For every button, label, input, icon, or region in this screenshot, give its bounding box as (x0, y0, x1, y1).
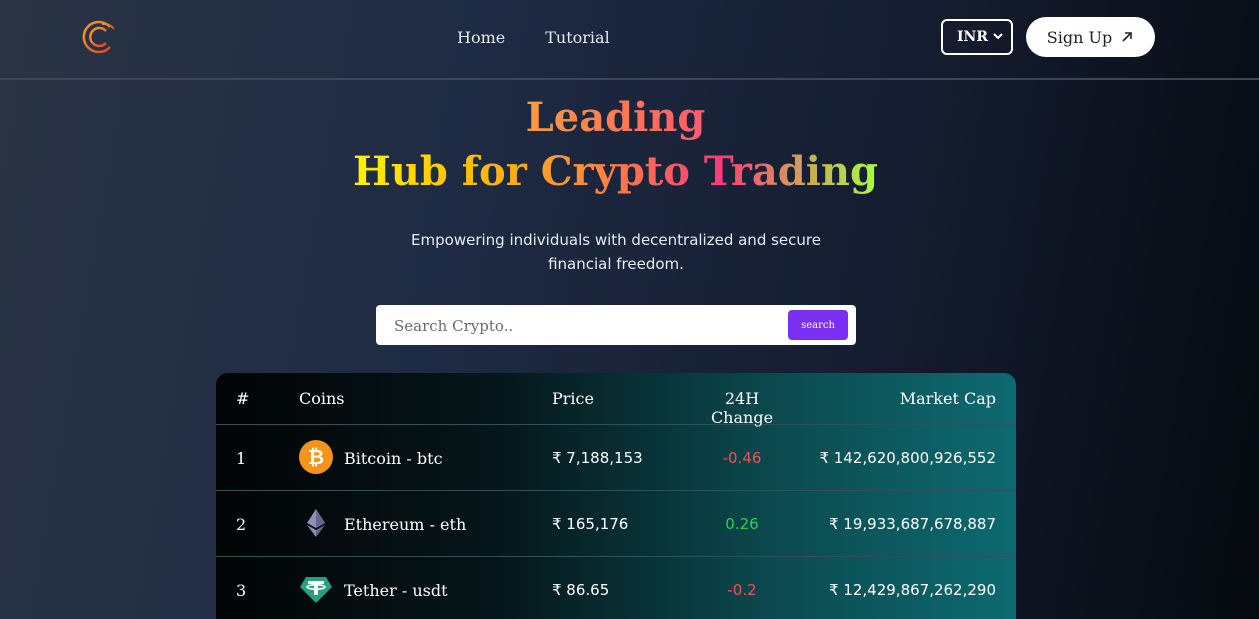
coin-market-cap: ₹ 19,933,687,678,887 (829, 515, 996, 533)
header-market-cap: Market Cap (899, 389, 996, 408)
coin-name: Bitcoin - btc (344, 449, 443, 468)
hero-subtitle: Empowering individuals with decentralize… (411, 231, 821, 273)
currency-value: INR (957, 29, 988, 45)
coin-price: ₹ 86.65 (552, 581, 610, 599)
nav-link-home[interactable]: Home (457, 28, 505, 47)
coin-price: ₹ 7,188,153 (552, 449, 643, 467)
table-row[interactable]: 2 Ethereum - eth ₹ 165,176 0.26 ₹ 19,933… (216, 491, 1016, 557)
nav-links: Home Tutorial (457, 28, 610, 47)
coin-name: Ethereum - eth (344, 515, 467, 534)
coin-price: ₹ 165,176 (552, 515, 629, 533)
coin-rank: 3 (236, 581, 247, 600)
coin-market-cap: ₹ 142,620,800,926,552 (819, 449, 996, 467)
nav-link-tutorial[interactable]: Tutorial (545, 28, 609, 47)
coin-market-cap: ₹ 12,429,867,262,290 (829, 581, 996, 599)
table-row[interactable]: 1 ₿ Bitcoin - btc ₹ 7,188,153 -0.46 ₹ 14… (216, 425, 1016, 491)
header-price: Price (552, 389, 594, 408)
table-header: # Coins Price 24H Change Market Cap (216, 373, 1016, 427)
currency-select[interactable]: INR (941, 19, 1013, 55)
coin-change: 0.26 (725, 515, 759, 533)
coin-rank: 1 (236, 449, 247, 468)
sign-up-button[interactable]: Sign Up (1026, 17, 1155, 57)
search-input[interactable] (392, 313, 776, 339)
table-row[interactable]: 3 Tether - usdt ₹ 86.65 -0.2 ₹ 12,429,86… (216, 557, 1016, 619)
navbar: Home Tutorial INR Sign Up (0, 0, 1259, 80)
hero-title-line2: Hub for Crypto Trading (353, 148, 878, 195)
sign-up-label: Sign Up (1046, 27, 1113, 47)
coin-table: # Coins Price 24H Change Market Cap 1 ₿ … (216, 373, 1016, 619)
ethereum-icon (307, 509, 325, 537)
coin-change: -0.2 (727, 581, 757, 599)
search-button[interactable]: search (788, 310, 848, 340)
header-rank: # (236, 389, 250, 408)
search-bar: search (376, 305, 856, 345)
coin-change: -0.46 (722, 449, 762, 467)
arrow-up-right-icon (1122, 32, 1133, 42)
hero-title-line1: Leading (525, 94, 706, 141)
tether-icon (300, 577, 332, 603)
header-change: 24H Change (710, 389, 774, 427)
chevron-down-icon (993, 33, 1003, 40)
logo-icon[interactable] (80, 19, 116, 55)
bitcoin-icon: ₿ (299, 440, 333, 474)
coin-rank: 2 (236, 515, 247, 534)
svg-text:₿: ₿ (308, 445, 324, 469)
coin-name: Tether - usdt (344, 581, 448, 600)
header-coins: Coins (299, 389, 345, 408)
